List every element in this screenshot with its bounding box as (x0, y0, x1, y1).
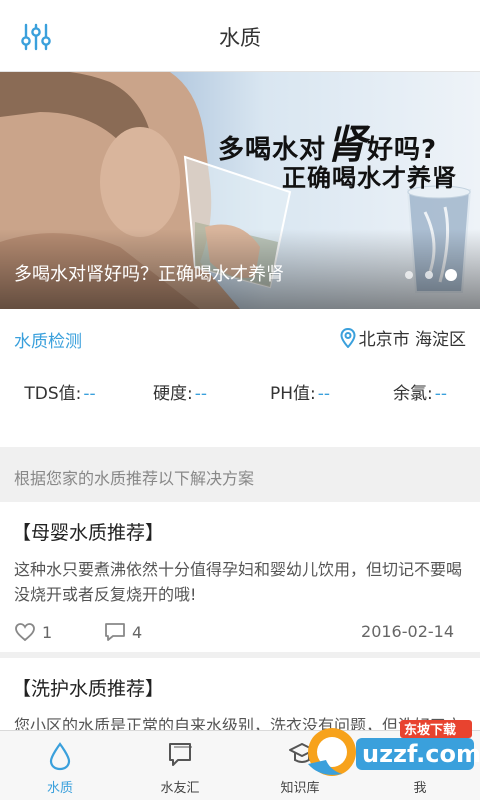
banner-subheadline: 正确喝水才养肾 (282, 164, 457, 192)
water-metrics: TDS值: -- 硬度: -- PH值: -- 余氯: -- (0, 379, 480, 404)
carousel-indicator (405, 264, 464, 283)
comment-icon (105, 623, 125, 641)
chat-icon (169, 743, 192, 766)
banner-carousel[interactable]: 多喝水对肾好吗? 正确喝水才养肾 多喝水对肾好吗？正确喝水才养肾 (0, 72, 480, 309)
like-button[interactable]: 1 (14, 622, 52, 642)
card-body: 这种水只要煮沸依然十分值得孕妇和婴幼儿饮用，但切记不要喝没烧开或者反复烧开的哦! (14, 560, 463, 604)
location-selector[interactable]: 北京市 海淀区 (340, 325, 466, 350)
card-date: 2016-02-14 (361, 622, 454, 641)
carousel-dot[interactable] (425, 270, 434, 279)
metric-tds: TDS值: -- (24, 384, 96, 404)
recommendation-hint: 根据您家的水质推荐以下解决方案 (14, 469, 255, 488)
water-drop-icon (49, 742, 71, 771)
metric-hardness: 硬度: -- (152, 384, 207, 404)
page-title: 水质 (219, 26, 261, 50)
site-watermark-logo: 东坡下载 uzzf.com (308, 720, 480, 776)
watermark-tagline: 东坡下载 (404, 722, 456, 738)
metric-residual-chlorine: 余氯: -- (392, 384, 447, 404)
heart-icon (15, 623, 35, 642)
recommendation-card[interactable]: 【母婴水质推荐】 这种水只要煮沸依然十分值得孕妇和婴幼儿饮用，但切记不要喝没烧开… (0, 502, 480, 652)
card-title: 【母婴水质推荐】 (12, 522, 165, 544)
water-quality-test-link[interactable]: 水质检测 (14, 327, 82, 352)
card-footer: 1 4 2016-02-14 (14, 622, 454, 644)
tab-label: 水质 (46, 781, 73, 796)
like-count: 1 (42, 623, 53, 642)
tab-label: 水友汇 (160, 781, 200, 796)
card-title: 【洗护水质推荐】 (12, 678, 165, 700)
top-bar: 水质 (0, 0, 480, 72)
location-pin-icon (340, 327, 356, 349)
tab-water-quality[interactable]: 水质 (0, 731, 120, 800)
comment-button[interactable]: 4 (104, 622, 142, 642)
metric-ph: PH值: -- (269, 384, 331, 404)
water-quality-panel: 水质检测 北京市 海淀区 TDS值: -- 硬度: -- PH值: -- 余氯: -- (0, 309, 480, 447)
carousel-dot[interactable] (405, 270, 413, 279)
tab-water-friends[interactable]: 水友汇 (120, 731, 240, 800)
comment-count: 4 (132, 623, 143, 642)
watermark-text: uzzf.com (362, 740, 480, 768)
location-text: 北京市 海淀区 (358, 330, 466, 350)
carousel-dot-active[interactable] (445, 268, 458, 281)
banner-caption: 多喝水对肾好吗？正确喝水才养肾 (14, 264, 284, 285)
